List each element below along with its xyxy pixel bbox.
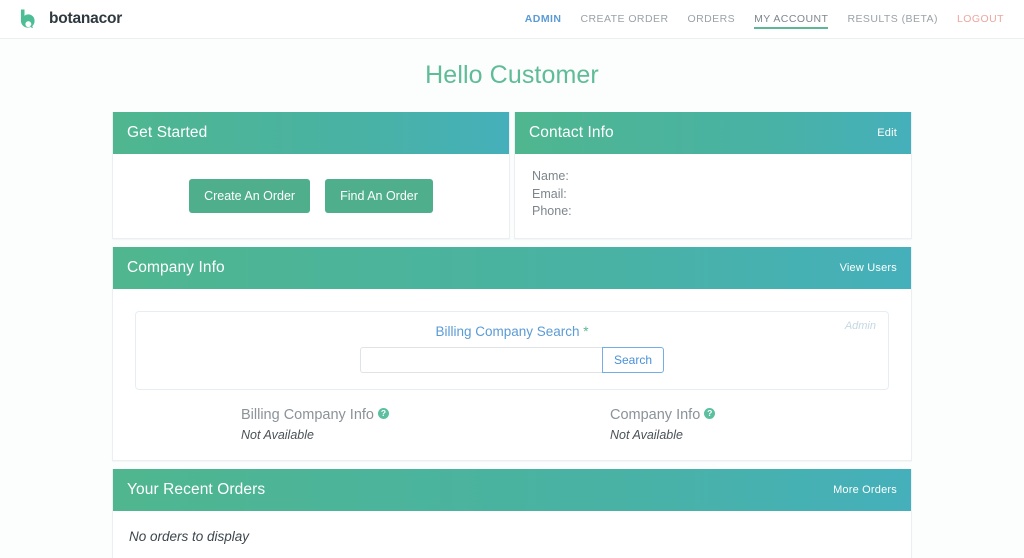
required-marker: *: [583, 324, 588, 339]
company-info-value: Not Available: [610, 428, 883, 442]
company-info-column: Company Info ? Not Available: [512, 407, 883, 442]
brand-logo[interactable]: botanacor: [18, 8, 122, 30]
recent-orders-body: No orders to display: [113, 511, 911, 558]
nav-item-create-order[interactable]: CREATE ORDER: [580, 10, 668, 28]
search-center: Billing Company Search * Search: [150, 324, 874, 373]
botanacor-leaf-b-logo-icon: [18, 8, 40, 30]
contact-phone-label: Phone:: [532, 203, 897, 221]
get-started-card: Get Started Create An Order Find An Orde…: [112, 112, 510, 239]
contact-email-label: Email:: [532, 186, 897, 204]
contact-info-card: Contact Info Edit Name: Email: Phone:: [514, 112, 912, 239]
billing-company-info-value: Not Available: [241, 428, 512, 442]
nav-item-admin[interactable]: ADMIN: [525, 10, 562, 28]
top-card-row: Get Started Create An Order Find An Orde…: [112, 112, 912, 247]
company-info-title: Company Info: [127, 259, 225, 277]
billing-company-search-box: Admin Billing Company Search * Search: [135, 311, 889, 390]
nav-item-orders[interactable]: ORDERS: [687, 10, 735, 28]
top-navigation-bar: botanacor ADMIN CREATE ORDER ORDERS MY A…: [0, 0, 1024, 39]
company-info-title-row: Company Info ?: [610, 407, 883, 423]
billing-company-search-label: Billing Company Search *: [435, 324, 588, 339]
get-started-title: Get Started: [127, 124, 207, 142]
recent-orders-empty-message: No orders to display: [129, 529, 897, 544]
nav-item-results-beta[interactable]: RESULTS (BETA): [847, 10, 938, 28]
nav-item-my-account[interactable]: MY ACCOUNT: [754, 10, 828, 29]
company-info-columns: Billing Company Info ? Not Available Com…: [135, 407, 889, 442]
company-info-header: Company Info View Users: [113, 247, 911, 289]
search-input-group: Search: [360, 347, 664, 373]
recent-orders-title: Your Recent Orders: [127, 481, 265, 499]
billing-company-info-title-row: Billing Company Info ?: [241, 407, 512, 423]
more-orders-link[interactable]: More Orders: [833, 484, 897, 496]
find-order-button[interactable]: Find An Order: [325, 179, 433, 213]
billing-company-info-column: Billing Company Info ? Not Available: [141, 407, 512, 442]
recent-orders-header: Your Recent Orders More Orders: [113, 469, 911, 511]
admin-tag: Admin: [845, 320, 876, 332]
main-content: Get Started Create An Order Find An Orde…: [112, 90, 912, 558]
recent-orders-card: Your Recent Orders More Orders No orders…: [112, 469, 912, 558]
view-users-link[interactable]: View Users: [840, 262, 897, 274]
search-button[interactable]: Search: [602, 347, 664, 373]
contact-name-label: Name:: [532, 168, 897, 186]
contact-info-title: Contact Info: [529, 124, 614, 142]
billing-company-search-input[interactable]: [360, 347, 602, 373]
create-order-button[interactable]: Create An Order: [189, 179, 310, 213]
main-nav: ADMIN CREATE ORDER ORDERS MY ACCOUNT RES…: [525, 0, 1004, 38]
company-info-card: Company Info View Users Admin Billing Co…: [112, 247, 912, 461]
page-title: Hello Customer: [0, 61, 1024, 90]
billing-company-info-title: Billing Company Info: [241, 407, 374, 423]
edit-contact-link[interactable]: Edit: [877, 127, 897, 139]
company-info-body: Admin Billing Company Search * Search Bi…: [113, 289, 911, 460]
billing-company-search-label-text: Billing Company Search: [435, 324, 579, 339]
get-started-body: Create An Order Find An Order: [113, 154, 509, 238]
company-info-subtitle: Company Info: [610, 407, 700, 423]
get-started-header: Get Started: [113, 112, 509, 154]
question-mark-icon[interactable]: ?: [378, 408, 389, 419]
question-mark-icon[interactable]: ?: [704, 408, 715, 419]
contact-info-body: Name: Email: Phone:: [515, 154, 911, 238]
nav-item-logout[interactable]: LOGOUT: [957, 10, 1004, 28]
contact-info-header: Contact Info Edit: [515, 112, 911, 154]
brand-name: botanacor: [49, 10, 122, 28]
